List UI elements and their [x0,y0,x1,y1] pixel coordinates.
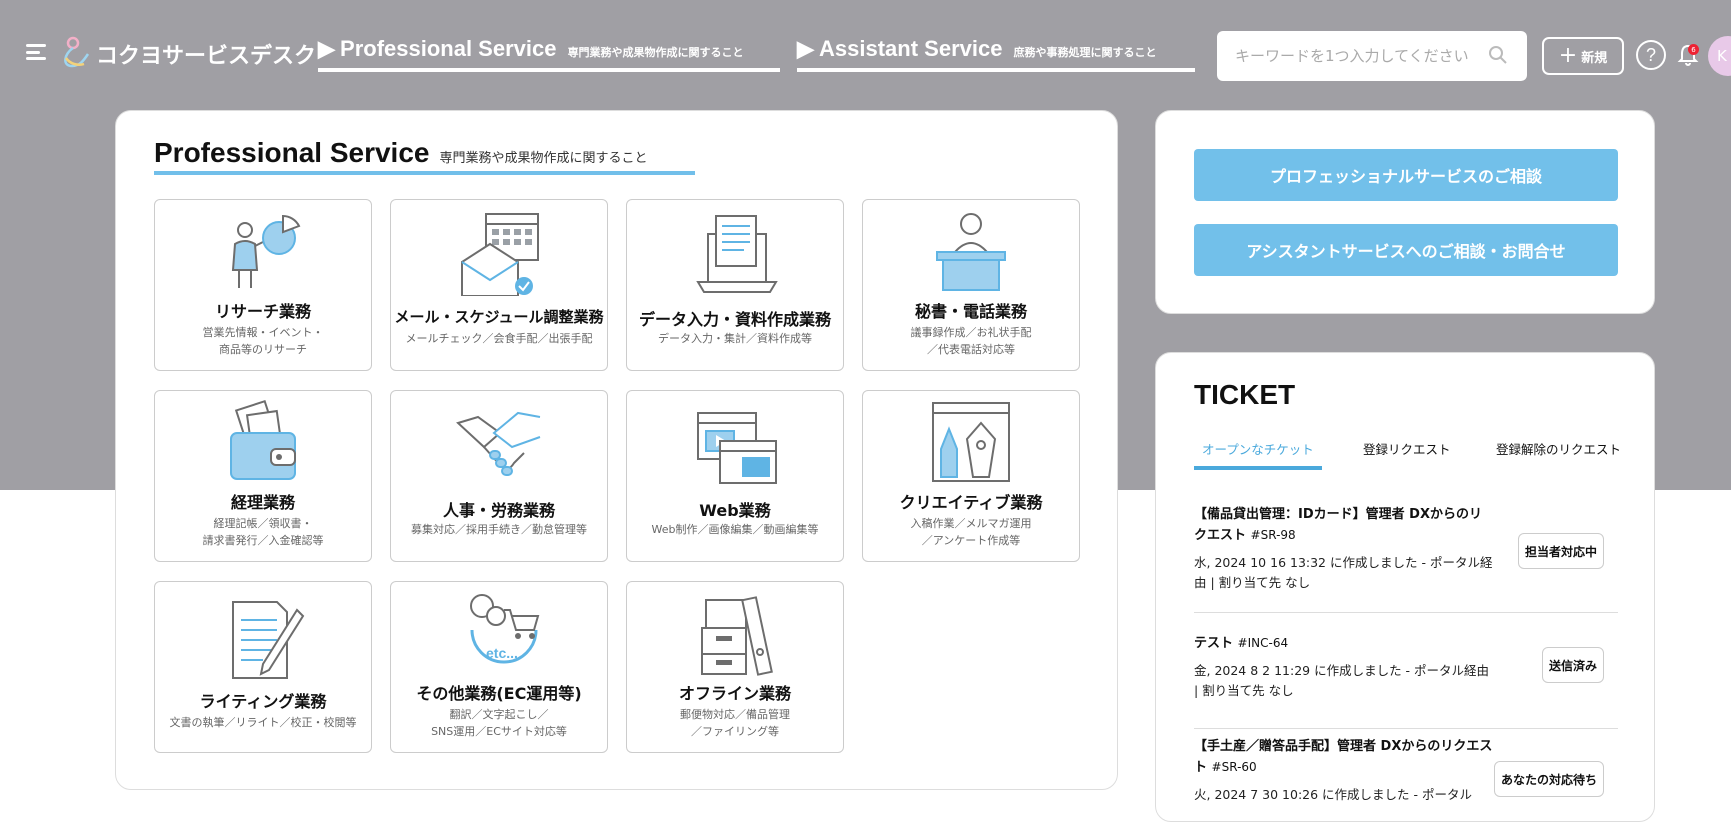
card-description: 文書の執筆／リライト／校正・校閲等 [169,716,357,729]
card-hr[interactable]: 人事・労務業務 募集対応／採用手続き／勤怠管理等 [390,390,608,562]
new-button-label: 新規 [1581,50,1608,66]
card-mail-schedule[interactable]: メール・スケジュール調整業務 メールチェック／会食手配／出張手配 [390,199,608,371]
nav-assistant-service[interactable]: ▶ Assistant Service 庶務や事務処理に関すること [797,36,1195,72]
ticket-meta: 火, 2024 7 30 10:26 に作成しました - ポータル [1194,787,1472,802]
section-underline [154,171,695,175]
card-description: 翻訳／文字起こし／ SNS運用／ECサイト対応等 [431,708,567,738]
avatar[interactable]: K [1708,36,1731,76]
card-description: 入稿作業／メルマガ運用 ／アンケート作成等 [910,517,1032,547]
pen-tools-icon [932,402,1010,482]
top-bar: コクヨサービスデスク ▶ Professional Service 専門業務や成… [0,0,1731,100]
ticket-row[interactable]: 【手土産／贈答品手配】管理者 DXからのリクエスト #SR-60 火, 2024… [1194,737,1618,837]
professional-consult-button[interactable]: プロフェッショナルサービスのご相談 [1194,149,1618,201]
card-creative[interactable]: クリエイティブ業務 入稿作業／メルマガ運用 ／アンケート作成等 [862,390,1080,562]
nav-sublabel: 庶務や事務処理に関すること [1013,46,1157,59]
nav-arrow: ▶ [318,36,335,61]
handshake-icon [456,411,541,476]
ticket-status-button[interactable]: 担当者対応中 [1517,533,1604,569]
professional-service-panel: Professional Service 専門業務や成果物作成に関すること リサー… [115,110,1118,790]
ticket-status-button[interactable]: 送信済み [1541,647,1604,683]
card-offline[interactable]: オフライン業務 郵便物対応／備品管理 ／ファイリング等 [626,581,844,753]
nav-arrow: ▶ [797,36,814,61]
plus-icon: + [1558,43,1578,68]
tab-unregistration-requests[interactable]: 登録解除のリクエスト [1496,439,1621,458]
ticket-panel: TICKET オープンなチケット 登録リクエスト 登録解除のリクエスト 【備品貸… [1155,352,1655,822]
ticket-title-text: 【手土産／贈答品手配】管理者 DXからのリクエスト #SR-60 [1194,737,1494,778]
secretary-desk-icon [936,213,1006,291]
card-description: メールチェック／会食手配／出張手配 [405,332,593,345]
new-button[interactable]: + 新規 [1542,37,1624,75]
search-input[interactable] [1217,31,1527,81]
ticket-id: #SR-98 [1250,528,1296,542]
etc-cart-icon: etc... [470,594,540,664]
card-writing[interactable]: ライティング業務 文書の執筆／リライト／校正・校閲等 [154,581,372,753]
card-description: 営業先情報・イベント・ 商品等のリサーチ [202,326,324,356]
wallet-icon [230,399,296,480]
card-title: 秘書・電話業務 [914,302,1027,321]
nav-sublabel: 専門業務や成果物作成に関すること [567,46,744,59]
section-subtitle: 専門業務や成果物作成に関すること [439,151,648,166]
card-description: データ入力・集計／資料作成等 [658,332,812,345]
notification-badge: 6 [1688,44,1699,55]
help-icon[interactable]: ? [1636,40,1666,70]
card-description: 経理記帳／領収書・ 請求書発行／入金確認等 [202,517,324,547]
tab-registration-requests[interactable]: 登録リクエスト [1363,439,1451,458]
nav-professional-service[interactable]: ▶ Professional Service 専門業務や成果物作成に関すること [318,36,780,72]
nav-label: Assistant Service [819,36,1003,61]
card-title: メール・スケジュール調整業務 [394,308,604,326]
section-title-main: Professional Service [154,137,430,168]
ticket-name: テスト [1194,636,1234,651]
card-title: 経理業務 [230,493,295,512]
consultation-panel: プロフェッショナルサービスのご相談 アシスタントサービスへのご相談・お問合せ [1155,110,1655,314]
card-title: データ入力・資料作成業務 [638,310,831,329]
card-title: Web業務 [699,501,771,520]
ticket-id: #INC-64 [1237,636,1289,650]
tab-open-tickets[interactable]: オープンなチケット [1194,439,1322,470]
ticket-title-text: テスト #INC-64 [1194,633,1494,654]
card-data-entry[interactable]: データ入力・資料作成業務 データ入力・集計／資料作成等 [626,199,844,371]
notification-button[interactable]: 6 [1676,43,1700,67]
assistant-consult-button[interactable]: アシスタントサービスへのご相談・お問合せ [1194,224,1618,276]
card-description: 募集対応／採用手続き／勤怠管理等 [411,523,587,536]
card-title: クリエイティブ業務 [899,493,1043,512]
laptop-document-icon [696,215,778,293]
card-description: 郵便物対応／備品管理 ／ファイリング等 [680,708,790,738]
logo-icon [64,36,90,68]
card-secretary[interactable]: 秘書・電話業務 議事録作成／お礼状手配 ／代表電話対応等 [862,199,1080,371]
nav-label: Professional Service [340,36,557,61]
mail-calendar-icon [461,213,539,296]
web-windows-icon [697,412,777,484]
card-web[interactable]: Web業務 Web制作／画像編集／動画編集等 [626,390,844,562]
boxes-files-icon [701,596,773,676]
search-icon[interactable] [1488,45,1508,65]
writing-icon [232,601,305,679]
ticket-row[interactable]: 【備品貸出管理：IDカード】管理者 DXからのリクエスト #SR-98 水, 2… [1194,505,1618,613]
card-description: 議事録作成／お礼状手配 ／代表電話対応等 [910,326,1032,356]
brand-name[interactable]: コクヨサービスデスク [96,38,316,70]
svg-text:etc...: etc... [486,645,518,661]
research-icon [231,214,301,288]
ticket-meta: 金, 2024 8 2 11:29 に作成しました - ポータル経由 | 割り当… [1194,663,1490,698]
menu-icon[interactable] [26,44,46,60]
ticket-row[interactable]: テスト #INC-64 金, 2024 8 2 11:29 に作成しました - … [1194,633,1618,729]
card-research[interactable]: リサーチ業務 営業先情報・イベント・ 商品等のリサーチ [154,199,372,371]
section-title: Professional Service 専門業務や成果物作成に関すること [154,137,648,169]
ticket-meta: 水, 2024 10 16 13:32 に作成しました - ポータル経由 | 割… [1194,555,1493,590]
card-title: リサーチ業務 [214,302,311,321]
card-description: Web制作／画像編集／動画編集等 [651,523,819,536]
card-title: ライティング業務 [199,692,327,711]
card-title: その他業務(EC運用等) [416,684,582,703]
ticket-title: TICKET [1194,379,1296,410]
card-other-ec[interactable]: etc... その他業務(EC運用等) 翻訳／文字起こし／ SNS運用／ECサイ… [390,581,608,753]
ticket-title-text: 【備品貸出管理：IDカード】管理者 DXからのリクエスト #SR-98 [1194,505,1494,546]
card-title: オフライン業務 [678,684,791,703]
card-title: 人事・労務業務 [442,501,555,520]
ticket-name: 【備品貸出管理：IDカード】管理者 DXからのリクエスト [1194,507,1482,543]
ticket-id: #SR-60 [1211,760,1257,774]
ticket-status-button[interactable]: あなたの対応待ち [1493,761,1604,797]
card-accounting[interactable]: 経理業務 経理記帳／領収書・ 請求書発行／入金確認等 [154,390,372,562]
